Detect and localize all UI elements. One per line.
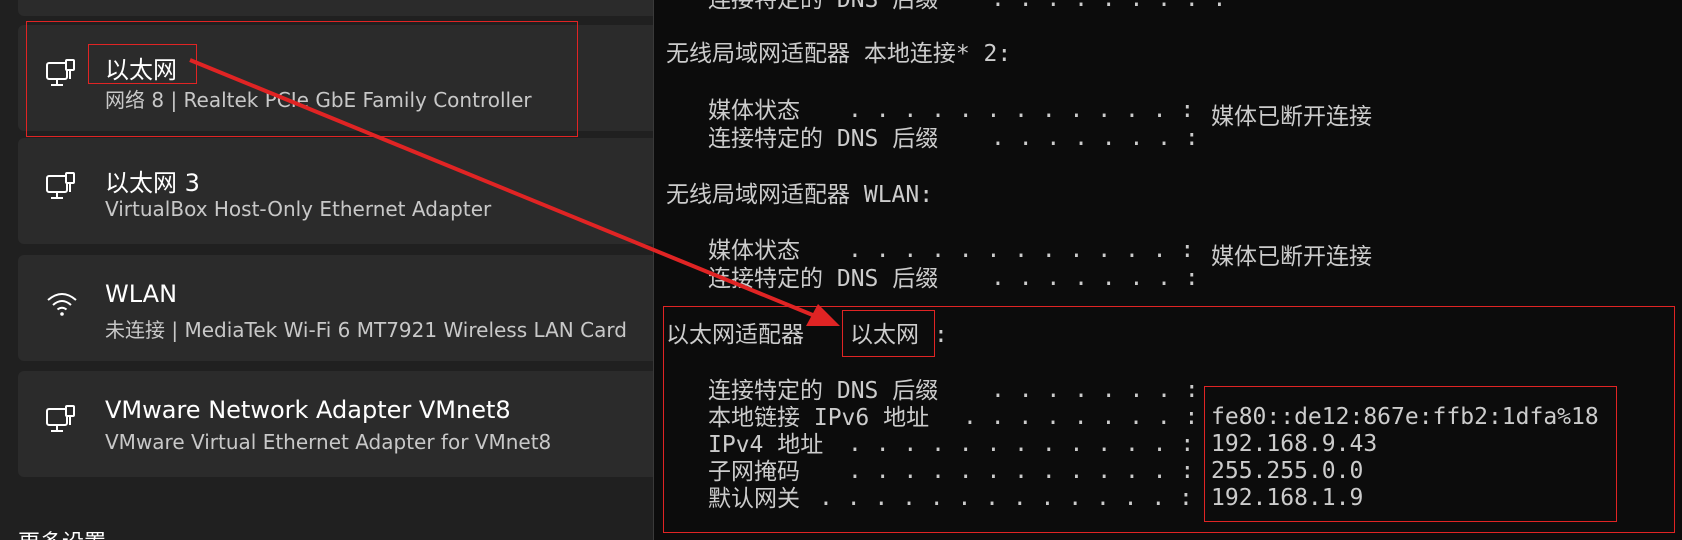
- annotation-arrow: [189, 58, 840, 326]
